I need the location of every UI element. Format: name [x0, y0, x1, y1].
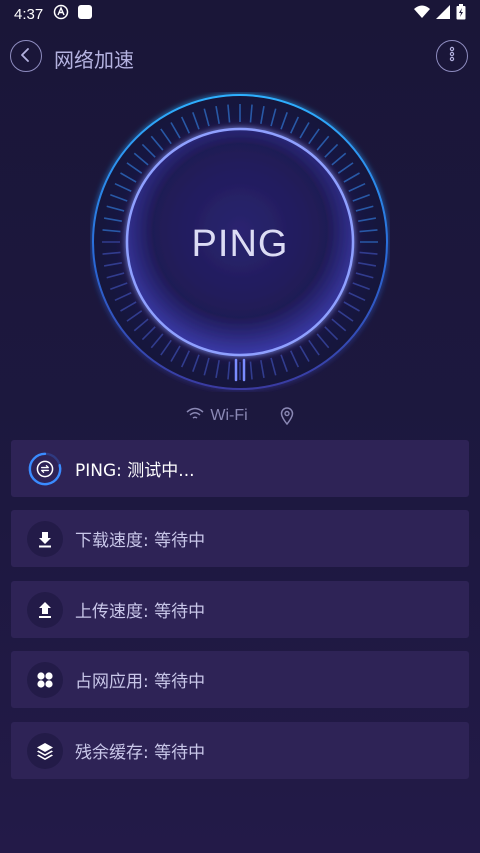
signal-icon [436, 5, 450, 23]
location-pin-icon[interactable] [280, 407, 294, 425]
status-bar: 4:37 [0, 0, 480, 28]
test-item-ping[interactable]: PING: 测试中... [11, 440, 469, 497]
network-type: Wi-Fi [186, 407, 248, 426]
chevron-left-icon [20, 47, 32, 66]
battery-icon [456, 4, 466, 24]
status-system-icons [414, 4, 466, 24]
test-item-label: 下载速度: 等待中 [75, 531, 206, 551]
test-item-download[interactable]: 下载速度: 等待中 [11, 510, 469, 567]
page-title: 网络加速 [54, 48, 134, 72]
app-header: 网络加速 [0, 38, 480, 74]
wifi-status-icon [414, 5, 430, 23]
test-item-cache[interactable]: 残余缓存: 等待中 [11, 722, 469, 779]
network-info: Wi-Fi [0, 404, 480, 428]
layers-icon [27, 732, 63, 769]
test-item-apps[interactable]: 占网应用: 等待中 [11, 651, 469, 708]
apps-icon [27, 661, 63, 698]
wifi-icon [186, 407, 204, 426]
gauge-label: PING [191, 222, 289, 265]
download-icon [27, 520, 63, 557]
more-vertical-icon [449, 46, 455, 66]
test-item-upload[interactable]: 上传速度: 等待中 [11, 581, 469, 638]
upload-icon [27, 591, 63, 628]
test-item-label: PING: 测试中... [75, 461, 195, 481]
test-item-label: 占网应用: 等待中 [75, 672, 206, 692]
back-button[interactable] [10, 40, 42, 72]
network-type-label: Wi-Fi [210, 407, 248, 424]
status-notification-icons [53, 4, 93, 24]
app-notification-icon [53, 4, 69, 24]
more-options-button[interactable] [436, 40, 468, 72]
test-item-label: 上传速度: 等待中 [75, 602, 206, 622]
status-time: 4:37 [14, 5, 44, 23]
speed-gauge[interactable]: PING [90, 92, 390, 392]
test-item-label: 残余缓存: 等待中 [75, 743, 206, 763]
ping-spinner-icon [27, 451, 63, 487]
square-notification-icon [77, 4, 93, 24]
